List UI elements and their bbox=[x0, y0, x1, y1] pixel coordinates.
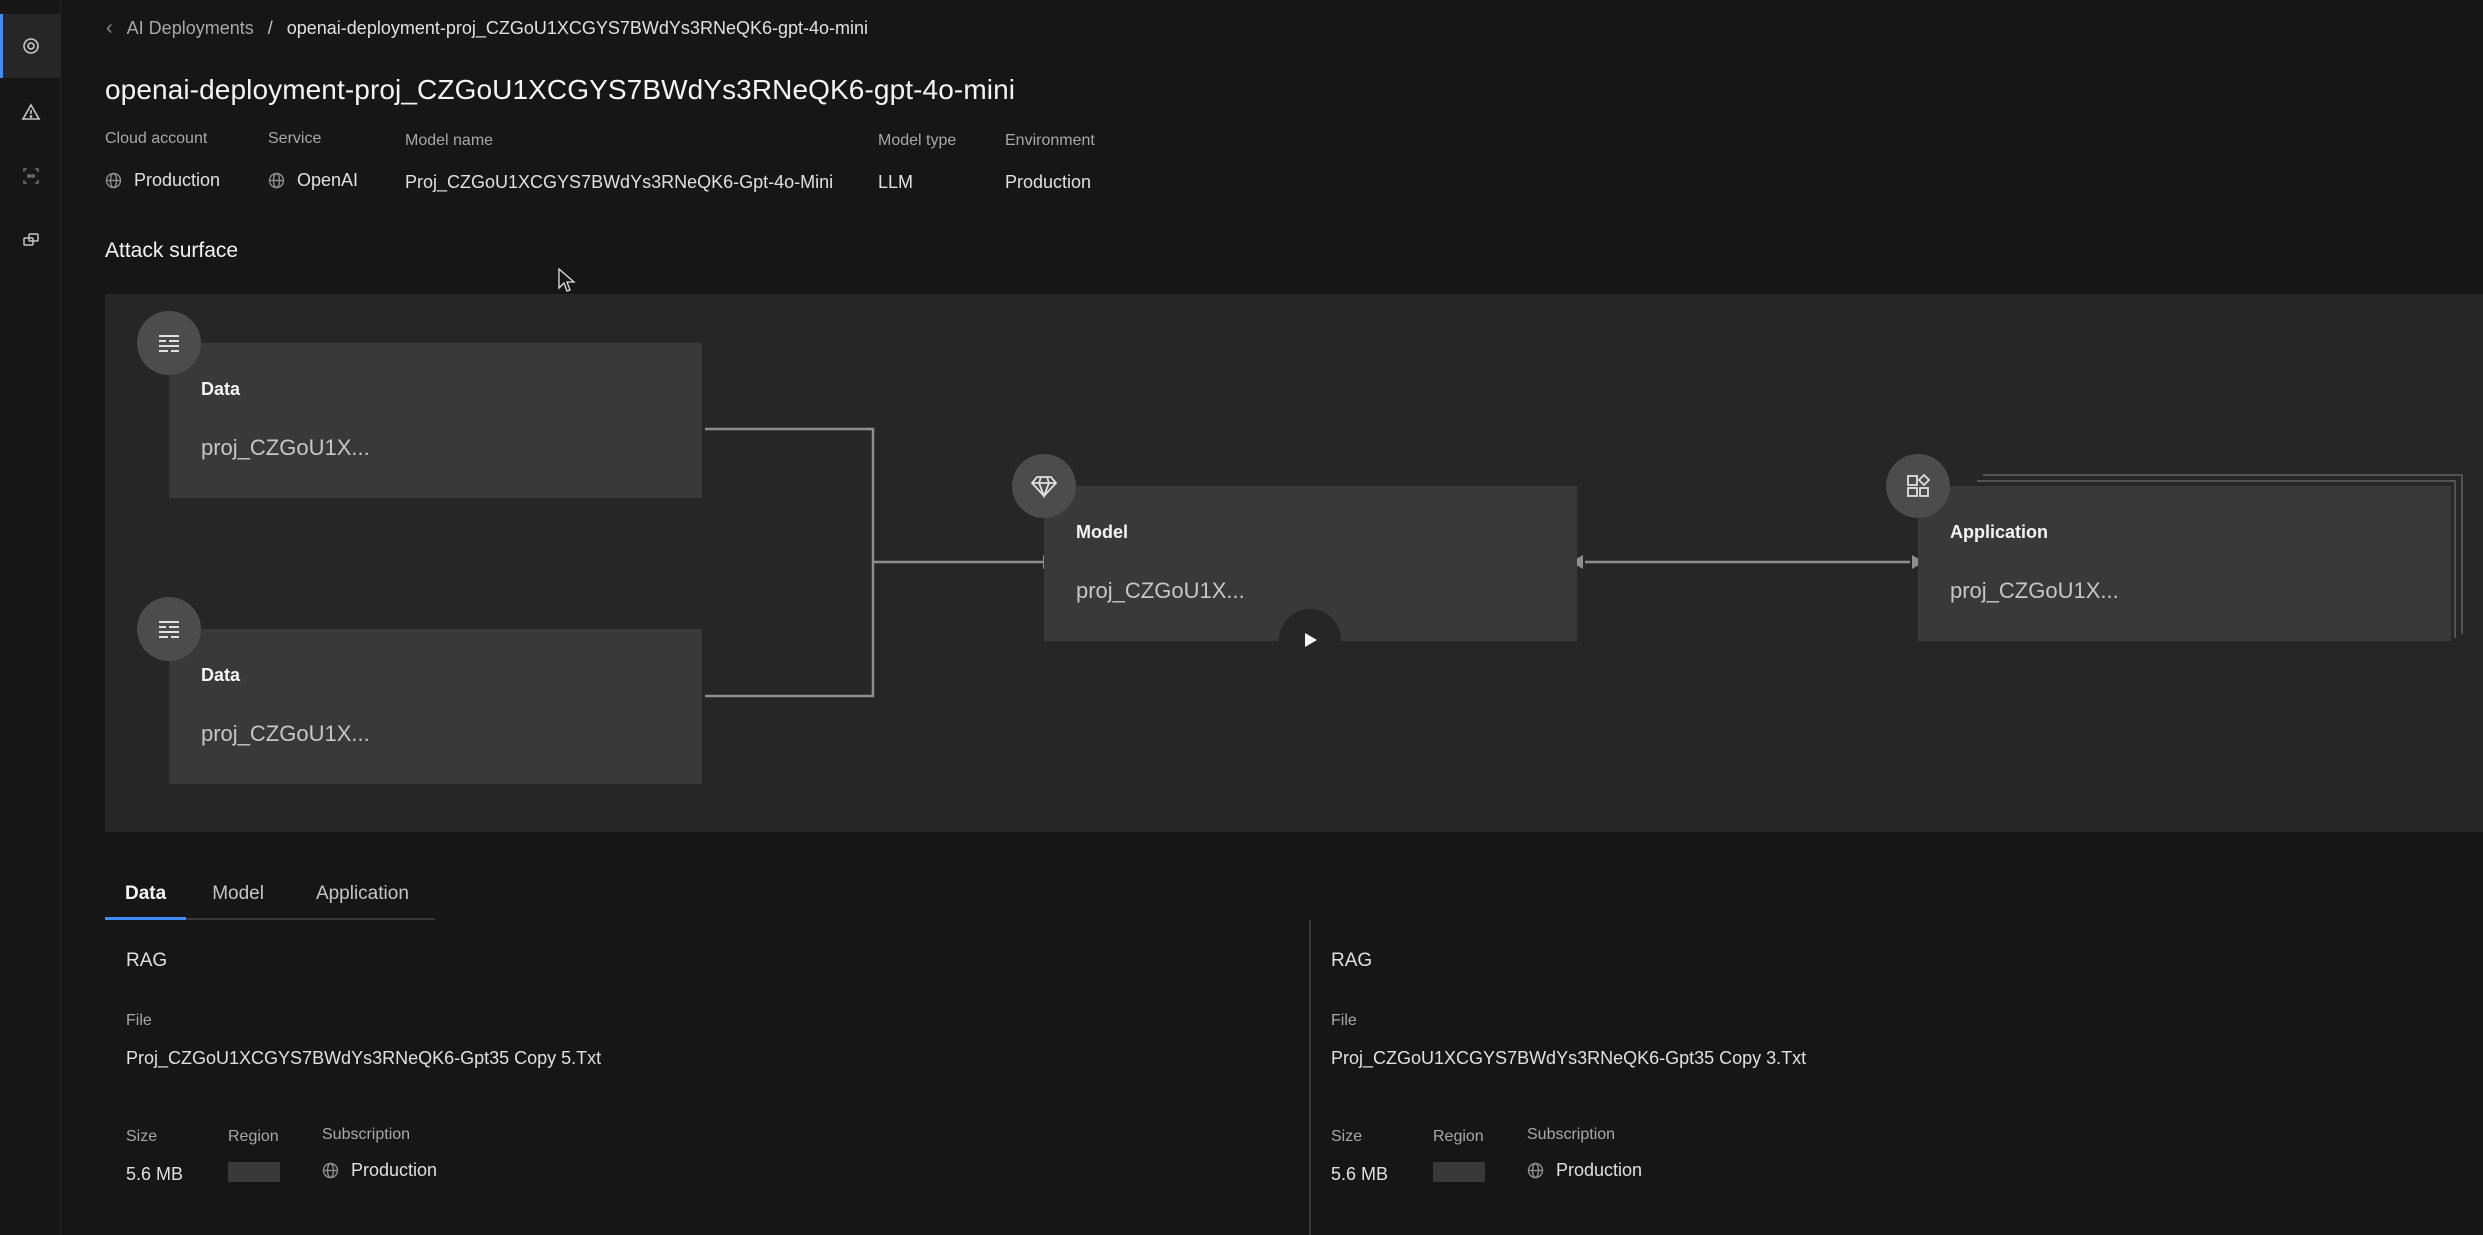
connect-icon bbox=[22, 233, 39, 246]
meta-cloud-account: Cloud account Production bbox=[105, 130, 220, 191]
meta-value: Production bbox=[134, 170, 221, 190]
breadcrumb-separator: / bbox=[267, 17, 273, 38]
globe-icon bbox=[1527, 1162, 1544, 1179]
detail-kind: RAG bbox=[126, 950, 168, 971]
size-label: Size bbox=[126, 1128, 158, 1145]
tab-model[interactable]: Model bbox=[186, 870, 290, 920]
meta-environment: Environment Production bbox=[1005, 130, 1095, 193]
settings-icon bbox=[22, 38, 39, 54]
subscription-label: Subscription bbox=[322, 1126, 411, 1143]
diagram-node-data-2[interactable]: Data proj_CZGoU1X... bbox=[169, 629, 702, 784]
globe-icon bbox=[322, 1162, 339, 1179]
file-value: Proj_CZGoU1XCGYS7BWdYs3RNeQK6-Gpt35 Copy… bbox=[1331, 1048, 1807, 1068]
detail-size-1: Size 5.6 MB bbox=[126, 1128, 183, 1185]
size-label: Size bbox=[1331, 1128, 1363, 1145]
diagram-node-application[interactable]: Application proj_CZGoU1X... bbox=[1918, 486, 2451, 641]
region-value-placeholder bbox=[228, 1162, 280, 1182]
tab-application[interactable]: Application bbox=[289, 870, 435, 920]
detail-size-2: Size 5.6 MB bbox=[1331, 1128, 1388, 1185]
stack-edge bbox=[1983, 474, 2463, 476]
play-button[interactable] bbox=[1279, 609, 1341, 671]
file-value: Proj_CZGoU1XCGYS7BWdYs3RNeQK6-Gpt35 Copy… bbox=[126, 1048, 602, 1068]
attack-surface-title: Attack surface bbox=[105, 239, 239, 262]
data-node-badge bbox=[137, 597, 201, 661]
node-type: Data bbox=[201, 379, 241, 399]
file-label: File bbox=[126, 1012, 152, 1029]
detail-tabs: Data Model Application bbox=[105, 870, 435, 920]
attack-surface-canvas: Data proj_CZGoU1X... Data proj_CZGoU1X..… bbox=[105, 294, 2483, 832]
stack-edge bbox=[2461, 474, 2463, 634]
meta-value: Production bbox=[1005, 172, 1092, 192]
node-type: Data bbox=[201, 665, 241, 685]
size-value: 5.6 MB bbox=[126, 1164, 184, 1184]
subscription-value: Production bbox=[351, 1160, 438, 1180]
rail-item-connect[interactable] bbox=[0, 208, 61, 272]
rail-item-settings[interactable] bbox=[0, 14, 61, 78]
size-value: 5.6 MB bbox=[1331, 1164, 1389, 1184]
region-value-placeholder bbox=[1433, 1162, 1485, 1182]
detail-region-1: Region bbox=[228, 1128, 280, 1187]
subscription-label: Subscription bbox=[1527, 1126, 1616, 1143]
breadcrumb-link-ai-deployments[interactable]: AI Deployments bbox=[127, 18, 254, 39]
detail-card-2: RAG File Proj_CZGoU1XCGYS7BWdYs3RNeQK6-G… bbox=[1331, 950, 1806, 1069]
detail-kind: RAG bbox=[1331, 950, 1373, 971]
detail-region-2: Region bbox=[1433, 1128, 1485, 1187]
cursor-icon bbox=[558, 268, 576, 292]
application-icon bbox=[1907, 473, 1931, 497]
rail-item-alerts[interactable] bbox=[0, 80, 61, 144]
node-name: proj_CZGoU1X... bbox=[201, 435, 370, 460]
data-icon bbox=[159, 335, 179, 352]
node-type: Application bbox=[1950, 522, 2048, 542]
meta-value: Proj_CZGoU1XCGYS7BWdYs3RNeQK6-Gpt-4o-Min… bbox=[405, 172, 834, 192]
meta-label: Model name bbox=[405, 132, 494, 149]
detail-subscription-1: Subscription Production bbox=[322, 1126, 437, 1181]
globe-icon bbox=[105, 172, 122, 189]
page-title: openai-deployment-proj_CZGoU1XCGYS7BWdYs… bbox=[105, 74, 1016, 105]
column-divider bbox=[1309, 920, 1311, 1235]
meta-label: Environment bbox=[1005, 132, 1095, 149]
stack-edge bbox=[1977, 480, 2455, 482]
meta-label: Model type bbox=[878, 132, 957, 149]
globe-icon bbox=[268, 172, 285, 189]
scan-icon bbox=[22, 168, 39, 184]
data-node-badge bbox=[137, 311, 201, 375]
subscription-value: Production bbox=[1556, 1160, 1643, 1180]
chevron-left-icon[interactable]: ‹ bbox=[106, 17, 113, 40]
meta-value: LLM bbox=[878, 172, 914, 192]
data-icon bbox=[159, 621, 179, 638]
meta-value: OpenAI bbox=[297, 170, 359, 190]
model-node-badge bbox=[1012, 454, 1076, 518]
detail-subscription-2: Subscription Production bbox=[1527, 1126, 1642, 1181]
detail-card-1: RAG File Proj_CZGoU1XCGYS7BWdYs3RNeQK6-G… bbox=[126, 950, 601, 1069]
node-name: proj_CZGoU1X... bbox=[201, 721, 370, 746]
node-name: proj_CZGoU1X... bbox=[1950, 578, 2119, 603]
diagram-node-data-1[interactable]: Data proj_CZGoU1X... bbox=[169, 343, 702, 498]
meta-service: Service OpenAI bbox=[268, 130, 358, 191]
rail-item-scan[interactable] bbox=[0, 144, 61, 208]
play-icon bbox=[1305, 633, 1317, 647]
node-type: Model bbox=[1076, 522, 1128, 542]
breadcrumb-current: openai-deployment-proj_CZGoU1XCGYS7BWdYs… bbox=[286, 17, 868, 38]
left-nav-rail bbox=[0, 0, 61, 1235]
meta-model-name: Model name Proj_CZGoU1XCGYS7BWdYs3RNeQK6… bbox=[405, 130, 833, 193]
node-name: proj_CZGoU1X... bbox=[1076, 578, 1245, 603]
meta-label: Cloud account bbox=[105, 130, 208, 147]
breadcrumb: ‹ AI Deployments / openai-deployment-pro… bbox=[106, 16, 868, 40]
warning-icon bbox=[21, 103, 40, 120]
tab-data[interactable]: Data bbox=[105, 870, 187, 920]
diamond-icon bbox=[1030, 476, 1058, 499]
region-label: Region bbox=[1433, 1128, 1484, 1145]
stack-edge bbox=[2454, 480, 2456, 638]
application-node-badge bbox=[1886, 454, 1950, 518]
meta-model-type: Model type LLM bbox=[878, 130, 956, 193]
region-label: Region bbox=[228, 1128, 279, 1145]
file-label: File bbox=[1331, 1012, 1357, 1029]
meta-label: Service bbox=[268, 130, 322, 147]
